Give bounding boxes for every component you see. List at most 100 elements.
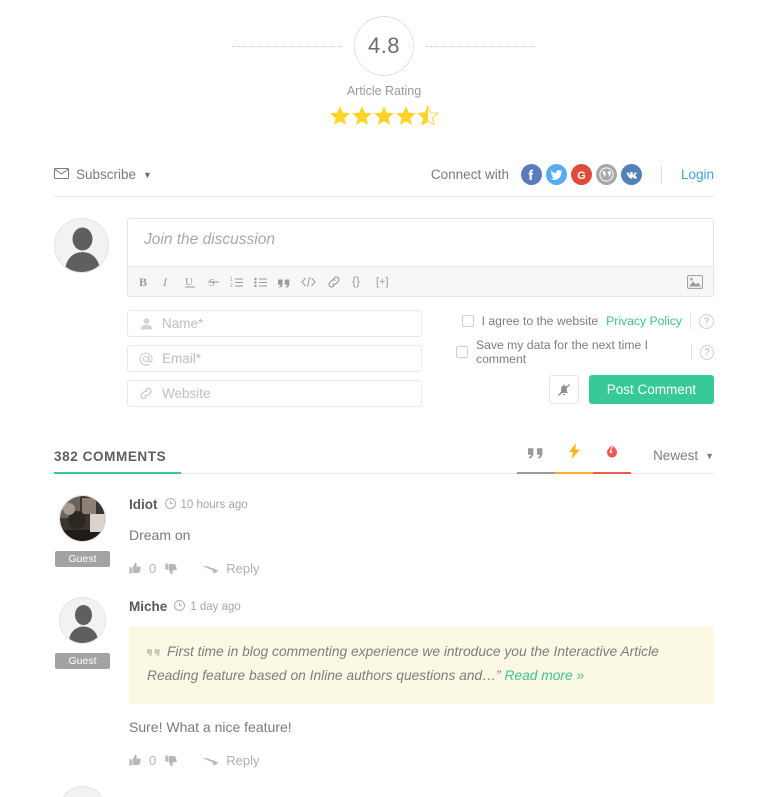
quoted-text: First time in blog commenting experience… (129, 626, 714, 705)
quote-icon (528, 445, 544, 464)
code-icon[interactable] (301, 272, 316, 292)
star-rating[interactable] (0, 102, 768, 130)
sort-label: Newest (653, 448, 699, 463)
website-field-placeholder: Website (162, 386, 211, 401)
reply-button[interactable]: Reply (203, 753, 259, 768)
comment-actions: 0 Reply (129, 753, 714, 768)
ordered-list-icon[interactable]: 12 (230, 272, 243, 292)
reply-label: Reply (226, 561, 260, 576)
comment-timestamp: 10 hours ago (164, 497, 248, 512)
read-more-link[interactable]: Read more » (504, 668, 584, 683)
tab-quotes[interactable] (517, 445, 556, 474)
italic-icon[interactable]: I (161, 272, 173, 292)
comment-meta: Miche 1 day ago (129, 599, 714, 614)
underline-icon[interactable]: U (184, 272, 196, 292)
avatar (59, 597, 106, 644)
tab-hot[interactable] (593, 443, 632, 474)
next-comment-avatar-partial (54, 786, 111, 797)
comment-body: Miche 1 day ago First time in blog comment… (129, 597, 714, 768)
name-field[interactable]: Name* (127, 310, 422, 337)
envelope-icon (54, 167, 69, 182)
link-icon (139, 387, 153, 400)
lightning-icon (568, 443, 580, 464)
svg-text:U: U (185, 276, 193, 288)
vote-up-button[interactable]: 0 (129, 753, 156, 768)
privacy-policy-row: I agree to the website Privacy Policy ? (456, 310, 714, 332)
save-data-text: Save my data for the next time I comment (476, 338, 649, 366)
svg-text:[+]: [+] (376, 276, 389, 288)
unordered-list-icon[interactable] (254, 272, 267, 292)
comment-body: Idiot 10 hours ago Dream on 0 Reply (129, 495, 714, 576)
save-data-checkbox[interactable] (456, 346, 468, 358)
source-code-icon[interactable]: {} (352, 272, 365, 292)
comment-form: Join the discussion B I U S 12 {} [+] Name* Ema… (54, 218, 714, 415)
comment-author[interactable]: Miche (129, 599, 167, 614)
social-icon-vk[interactable] (620, 164, 642, 185)
reply-button[interactable]: Reply (203, 561, 259, 576)
comment-textarea[interactable]: Join the discussion (128, 219, 713, 266)
svg-text:2: 2 (230, 283, 233, 288)
post-comment-button[interactable]: Post Comment (588, 375, 714, 404)
comments-header: 382 COMMENTS Newest ▼ (54, 443, 714, 474)
vote-down-button[interactable] (165, 754, 178, 767)
social-icon-twitter[interactable] (545, 164, 567, 185)
social-icon-facebook[interactable] (520, 164, 542, 185)
identity-fields: Name* Email* Website (127, 310, 422, 415)
chevron-down-icon: ▼ (143, 169, 152, 180)
website-field[interactable]: Website (127, 380, 422, 407)
vote-up-button[interactable]: 0 (129, 561, 156, 576)
privacy-help-icon[interactable]: ? (699, 313, 714, 329)
article-rating-block: 4.8 Article Rating (0, 0, 768, 130)
tab-recent[interactable] (555, 443, 594, 474)
rating-circle: 4.8 (354, 16, 414, 76)
star-2[interactable] (351, 105, 373, 126)
login-link[interactable]: Login (681, 167, 714, 182)
link-icon[interactable] (327, 272, 341, 292)
save-data-help-icon[interactable]: ? (700, 344, 714, 360)
vote-count: 0 (149, 561, 157, 576)
comment-list: Guest Idiot 10 hours ago Dream on 0 Reply Gues… (0, 474, 768, 768)
connect-label: Connect with (430, 167, 509, 182)
comment-author[interactable]: Idiot (129, 497, 158, 512)
comments-count: 382 COMMENTS (54, 449, 167, 464)
submit-row: Post Comment (456, 375, 714, 404)
social-icon-google[interactable]: G (570, 164, 592, 185)
author-badge: Guest (55, 551, 110, 567)
comment-item: Guest Idiot 10 hours ago Dream on 0 Reply (54, 474, 714, 576)
avatar (59, 495, 106, 542)
reply-label: Reply (226, 753, 260, 769)
name-field-placeholder: Name* (162, 316, 204, 331)
social-icons: G (520, 164, 642, 185)
comment-avatar-column: Guest (54, 597, 111, 768)
comment-avatar-column: Guest (54, 495, 111, 576)
strikethrough-icon[interactable]: S (207, 272, 219, 292)
sort-dropdown[interactable]: Newest ▼ (653, 448, 714, 464)
rating-dash-left (232, 45, 342, 47)
vote-down-button[interactable] (165, 562, 178, 575)
star-5[interactable] (417, 105, 439, 127)
star-1[interactable] (329, 105, 351, 126)
svg-text:B: B (139, 275, 147, 288)
flame-icon (606, 443, 618, 464)
blockquote-icon[interactable] (278, 272, 290, 292)
privacy-policy-checkbox[interactable] (461, 315, 474, 327)
image-upload-icon[interactable] (687, 272, 703, 292)
star-4[interactable] (395, 105, 417, 126)
privacy-policy-link[interactable]: Privacy Policy (606, 314, 682, 328)
spoiler-icon[interactable]: [+] (376, 272, 396, 292)
author-badge: Guest (55, 653, 110, 669)
clock-icon (164, 497, 176, 512)
consent-and-submit: I agree to the website Privacy Policy ? … (422, 310, 714, 415)
divider (690, 313, 691, 329)
bold-icon[interactable]: B (138, 272, 150, 292)
avatar (59, 786, 106, 797)
bell-off-icon[interactable] (548, 375, 579, 404)
email-field[interactable]: Email* (127, 345, 422, 372)
save-data-row: Save my data for the next time I comment… (456, 338, 714, 366)
social-icon-wordpress[interactable] (595, 164, 617, 185)
star-3[interactable] (373, 105, 395, 126)
subscribe-button[interactable]: Subscribe ▼ (54, 167, 152, 182)
comments-header-controls: Newest ▼ (517, 443, 714, 474)
editor-toolbar: B I U S 12 {} [+] (128, 266, 713, 296)
comment-meta: Idiot 10 hours ago (129, 497, 714, 512)
